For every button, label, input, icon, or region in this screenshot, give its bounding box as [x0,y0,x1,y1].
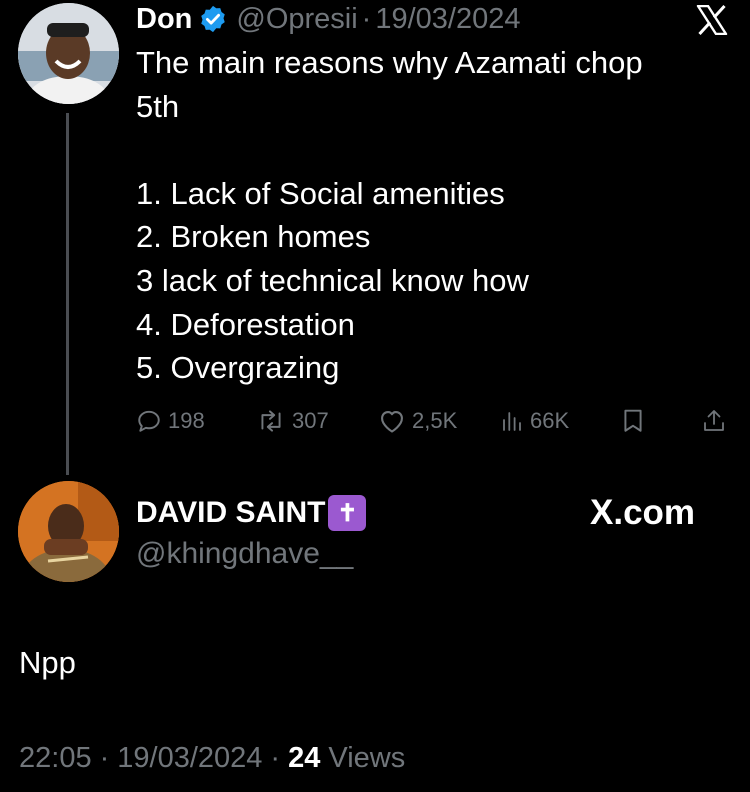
meta-separator: · [270,742,281,774]
tweet-date[interactable]: 19/03/2024 [375,3,520,36]
reply-views[interactable]: 24 Views [288,742,405,775]
bookmark-icon [624,409,642,432]
reply-views-label: Views [328,742,406,774]
reply-icon [138,410,160,432]
don-avatar[interactable] [18,3,119,104]
tweet-header: Don @Opresii · 19/03/2024 [136,1,521,37]
share-button[interactable] [702,408,726,434]
x-com-brand: X.com [590,493,695,533]
latin-cross-emoji: ✝ [328,495,367,531]
repost-icon [261,410,281,432]
reply-header: DAVID SAINT ✝ [136,494,367,532]
views-count: 66K [530,408,570,433]
david-avatar[interactable] [18,481,119,582]
reply-author-name[interactable]: DAVID SAINT [136,496,325,530]
thread-connector-line [66,113,69,475]
views-button[interactable]: 66K [500,408,569,434]
reply-text: Npp [19,645,76,680]
tweet-text: The main reasons why Azamati chop 5th 1.… [136,45,643,386]
x-com-label: X.com [590,493,696,532]
reply-date[interactable]: 19/03/2024 [117,742,262,775]
reply-button[interactable]: 198 [136,408,205,434]
avatar-photo [18,481,119,582]
reply-meta: 22:05 · 19/03/2024 · 24 Views [19,742,405,775]
reply-handle[interactable]: @khingdhave__ [136,537,353,571]
views-chart-icon [503,412,521,431]
like-button[interactable]: 2,5K [378,408,457,434]
tweet-handle[interactable]: @Opresii [236,3,357,36]
heart-icon [381,410,403,433]
tweet-author-name[interactable]: Don [136,3,192,36]
repost-count: 307 [292,408,329,433]
reply-views-count: 24 [288,742,321,774]
reply-time[interactable]: 22:05 [19,742,92,775]
avatar-photo [18,3,119,104]
header-separator: · [361,2,372,35]
verified-badge-icon [198,4,228,34]
bookmark-button[interactable] [622,408,644,434]
meta-separator: · [99,742,110,774]
reply-count: 198 [168,408,205,433]
repost-button[interactable]: 307 [256,408,329,434]
x-logo-icon[interactable] [696,4,728,40]
share-icon [704,410,724,431]
like-count: 2,5K [412,408,458,433]
